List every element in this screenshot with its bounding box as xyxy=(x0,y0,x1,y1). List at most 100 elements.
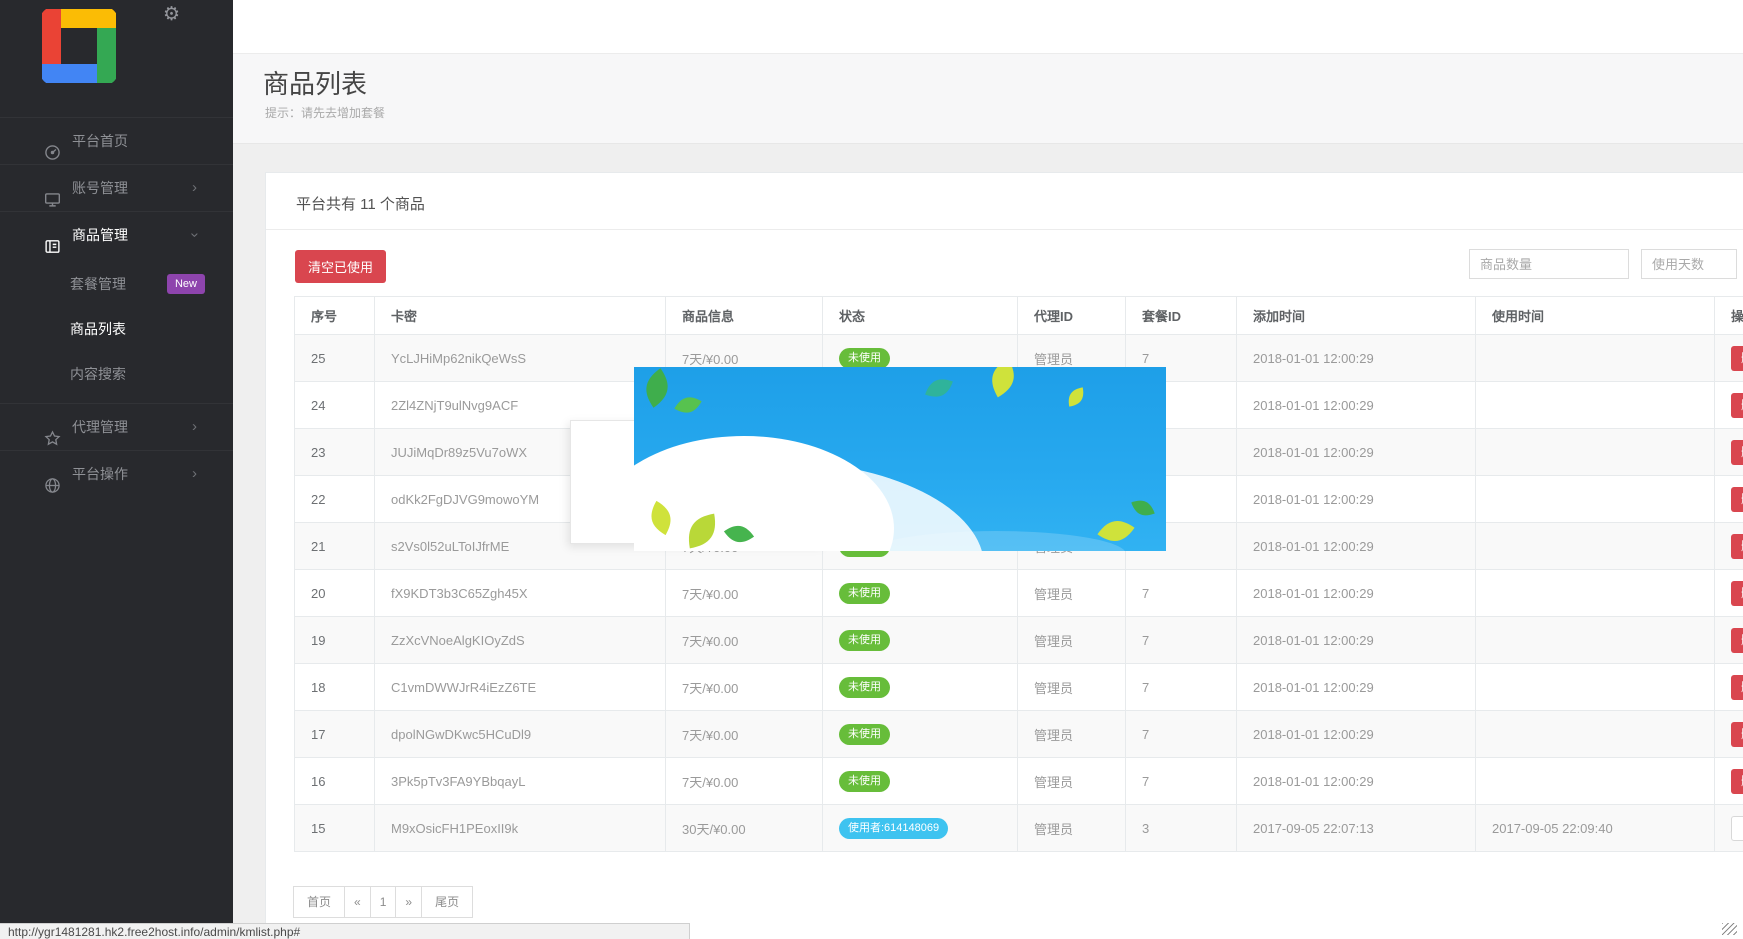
sidebar-item-product[interactable]: 商品管理› xyxy=(0,211,233,258)
table-header-row: 序号卡密商品信息状态代理ID套餐ID添加时间使用时间操作 xyxy=(295,297,1743,335)
sidebar-item-label: 账号管理 xyxy=(72,165,128,211)
days-input[interactable] xyxy=(1641,249,1737,279)
delete-button[interactable]: 删除 xyxy=(1731,440,1743,465)
cell-key: ZzXcVNoeAlgKIOyZdS xyxy=(375,617,666,664)
quantity-input[interactable] xyxy=(1469,249,1629,279)
sidebar-subitem-product-list[interactable]: 商品列表 xyxy=(0,307,233,352)
cell-key: C1vmDWWJrR4iEzZ6TE xyxy=(375,664,666,711)
dashboard-icon xyxy=(44,133,61,150)
cell-added-time: 2018-01-01 12:00:29 xyxy=(1237,758,1476,805)
cell-added-time: 2018-01-01 12:00:29 xyxy=(1237,570,1476,617)
cell-action: 删除 xyxy=(1715,335,1743,382)
cell-used-time xyxy=(1476,523,1715,570)
table-row: 15M9xOsicFH1PEoxII9k30天/¥0.00使用者:6141480… xyxy=(295,805,1743,852)
sidebar-item-agent[interactable]: 代理管理 › xyxy=(0,403,233,450)
cell-used-time xyxy=(1476,476,1715,523)
cell-used-time xyxy=(1476,617,1715,664)
delete-button[interactable]: 删除 xyxy=(1731,628,1743,653)
cell-added-time: 2017-09-05 22:07:13 xyxy=(1237,805,1476,852)
cell-used-time xyxy=(1476,711,1715,758)
pagination-page-1[interactable]: 1 xyxy=(370,886,397,918)
sidebar: ⚙ 平台首页账号管理›商品管理›套餐管理New商品列表内容搜索代理管理›平台操作… xyxy=(0,0,233,939)
cell-agent: 管理员 xyxy=(1018,570,1126,617)
cell-action: 删除 xyxy=(1715,758,1743,805)
cell-info: 7天/¥0.00 xyxy=(666,617,823,664)
cell-id: 16 xyxy=(295,758,375,805)
chevron-down-icon: › xyxy=(172,233,218,238)
cell-id: 19 xyxy=(295,617,375,664)
sidebar-item-platform[interactable]: 平台操作› xyxy=(0,450,233,497)
sidebar-subitem-label: 商品列表 xyxy=(70,307,126,352)
cell-used-time xyxy=(1476,335,1715,382)
cell-added-time: 2018-01-01 12:00:29 xyxy=(1237,711,1476,758)
delete-button[interactable]: 删除 xyxy=(1731,346,1743,371)
page-title: 商品列表 xyxy=(263,64,367,101)
table-row: 18C1vmDWWJrR4iEzZ6TE7天/¥0.00未使用管理员72018-… xyxy=(295,664,1743,711)
chevron-right-icon: › xyxy=(192,451,197,497)
cell-used-time xyxy=(1476,429,1715,476)
cell-added-time: 2018-01-01 12:00:29 xyxy=(1237,664,1476,711)
cell-added-time: 2018-01-01 12:00:29 xyxy=(1237,523,1476,570)
column-header: 套餐ID xyxy=(1126,297,1237,335)
cell-key: 3Pk5pTv3FA9YBbqayL xyxy=(375,758,666,805)
sidebar-subitem-package[interactable]: 套餐管理New xyxy=(0,262,233,307)
delete-button[interactable]: 删除 xyxy=(1731,675,1743,700)
pagination: 首页«1»尾页 xyxy=(294,886,473,918)
cell-added-time: 2018-01-01 12:00:29 xyxy=(1237,335,1476,382)
cell-agent: 管理员 xyxy=(1018,758,1126,805)
pagination-next-button[interactable]: » xyxy=(395,886,422,918)
sidebar-subitem-content-search[interactable]: 内容搜索 xyxy=(0,352,233,397)
pagination-last-button[interactable]: 尾页 xyxy=(421,886,473,918)
cell-action: 删除 xyxy=(1715,617,1743,664)
logo-yellow-bar xyxy=(61,9,116,28)
pagination-prev-button[interactable]: « xyxy=(344,886,371,918)
column-header: 添加时间 xyxy=(1237,297,1476,335)
cell-used-time xyxy=(1476,664,1715,711)
cell-key: fX9KDT3b3C65Zgh45X xyxy=(375,570,666,617)
cell-key: M9xOsicFH1PEoxII9k xyxy=(375,805,666,852)
status-badge: 未使用 xyxy=(839,630,890,651)
delete-button[interactable]: 删除 xyxy=(1731,534,1743,559)
app-logo[interactable] xyxy=(38,5,120,87)
delete-button[interactable]: 删除 xyxy=(1731,769,1743,794)
cell-status: 未使用 xyxy=(823,664,1018,711)
page-header: 商品列表 提示：请先去增加套餐 xyxy=(233,53,1743,144)
status-bar: http://ygr1481281.hk2.free2host.info/adm… xyxy=(0,923,690,939)
column-header: 卡密 xyxy=(375,297,666,335)
delete-button[interactable]: 删除 xyxy=(1731,393,1743,418)
cell-added-time: 2018-01-01 12:00:29 xyxy=(1237,476,1476,523)
column-header: 代理ID xyxy=(1018,297,1126,335)
column-header: 状态 xyxy=(823,297,1018,335)
cell-status: 未使用 xyxy=(823,570,1018,617)
status-badge: 未使用 xyxy=(839,583,890,604)
chevron-right-icon: › xyxy=(192,404,197,450)
cell-added-time: 2018-01-01 12:00:29 xyxy=(1237,617,1476,664)
cell-agent: 管理员 xyxy=(1018,711,1126,758)
table-row: 20fX9KDT3b3C65Zgh45X7天/¥0.00未使用管理员72018-… xyxy=(295,570,1743,617)
cell-action: 删除 xyxy=(1715,523,1743,570)
product-count-text: 平台共有 11 个商品 xyxy=(296,193,425,214)
delete-button[interactable]: 删除 xyxy=(1731,581,1743,606)
gear-icon[interactable]: ⚙ xyxy=(163,3,180,26)
cell-action: 删除 xyxy=(1715,476,1743,523)
delete-button[interactable]: 删除 xyxy=(1731,722,1743,747)
cell-action: 删除 xyxy=(1715,664,1743,711)
cell-used-time xyxy=(1476,570,1715,617)
pagination-first-button[interactable]: 首页 xyxy=(293,886,345,918)
sidebar-item-account[interactable]: 账号管理› xyxy=(0,164,233,211)
clear-used-button[interactable]: 清空已使用 xyxy=(295,250,386,283)
resize-grip-icon xyxy=(1722,923,1737,935)
cell-package: 7 xyxy=(1126,758,1237,805)
cell-id: 17 xyxy=(295,711,375,758)
sidebar-item-label: 代理管理 xyxy=(72,404,128,450)
cell-used-time xyxy=(1476,758,1715,805)
delete-button[interactable]: 删除 xyxy=(1731,487,1743,512)
ad-image-overlay[interactable] xyxy=(634,367,1166,551)
cell-action: 删除 xyxy=(1715,382,1743,429)
sidebar-item-home[interactable]: 平台首页 xyxy=(0,117,233,164)
cell-used-time xyxy=(1476,382,1715,429)
cell-key: YcLJHiMp62nikQeWsS xyxy=(375,335,666,382)
cell-key: dpolNGwDKwc5HCuDl9 xyxy=(375,711,666,758)
logo-red-bar xyxy=(42,9,61,65)
leaf-icon xyxy=(922,371,955,404)
